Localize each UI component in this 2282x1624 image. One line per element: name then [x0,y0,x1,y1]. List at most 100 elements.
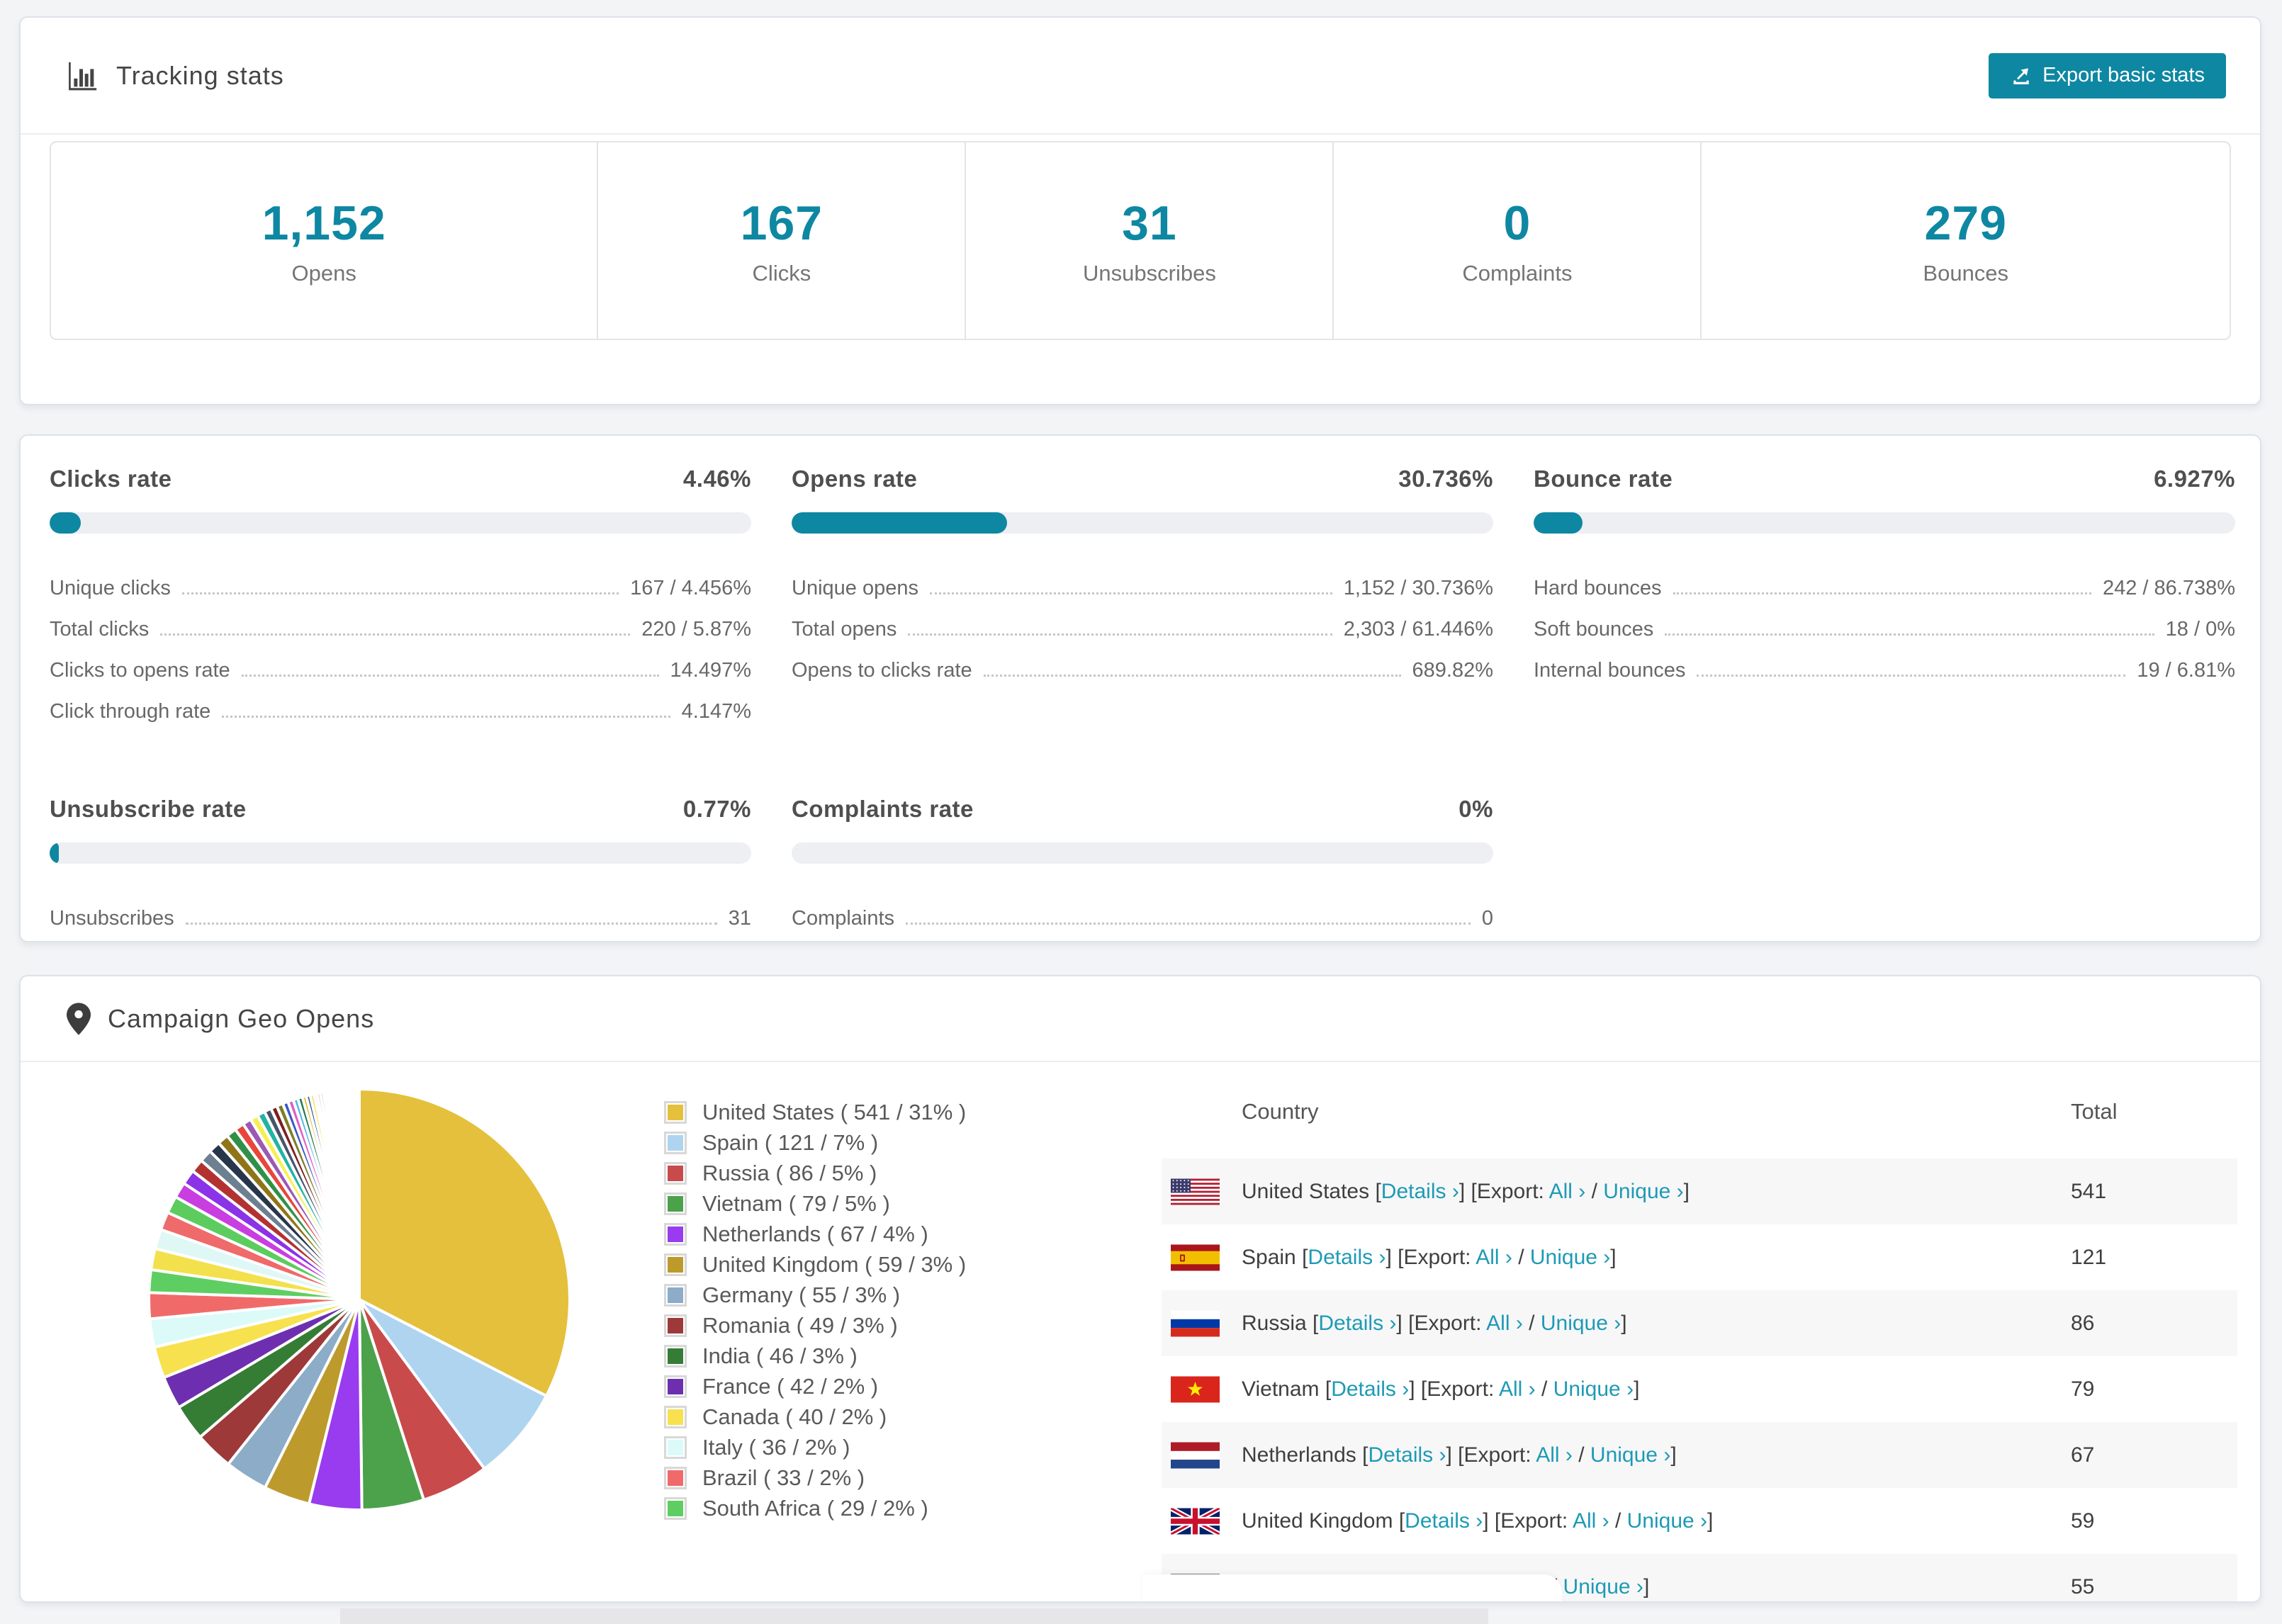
rate-title: Unsubscribe rate [50,796,247,822]
legend-label: Spain ( 121 / 7% ) [702,1129,879,1155]
column-header-total: Total [2071,1098,2118,1124]
details-link[interactable]: Details › [1368,1443,1446,1467]
export-unique-link[interactable]: Unique › [1553,1377,1634,1401]
country-name: Netherlands [1242,1443,1356,1467]
rate-detail-row: Unique clicks 167 / 4.456% [50,559,751,600]
legend-swatch [664,1466,687,1489]
legend-item-romania: Romania ( 49 / 3% ) [664,1310,966,1341]
export-unique-link[interactable]: Unique › [1627,1509,1707,1533]
legend-item-vietnam: Vietnam ( 79 / 5% ) [664,1188,966,1219]
dotted-leader [908,633,1332,636]
slash: / [1512,1245,1530,1269]
export-all-link[interactable]: All › [1476,1246,1512,1269]
flag-ru-icon [1171,1310,1220,1336]
legend-swatch [664,1436,687,1459]
rate-progress-bar [50,512,751,534]
export-unique-link[interactable]: Unique › [1541,1312,1621,1335]
legend-swatch [664,1192,687,1215]
bracket: ] [1683,1179,1690,1203]
rate-title: Opens rate [792,466,918,492]
export-all-link[interactable]: All › [1486,1312,1523,1335]
rate-section-unsubscribe-rate: Unsubscribe rate 0.77% Unsubscribes 31 [50,796,751,930]
geo-table-row-russia: Russia [Details ›] [Export: All › / Uniq… [1162,1290,2237,1356]
dotted-leader [1665,633,2154,636]
bracket: ] [1670,1443,1677,1467]
legend-label: Romania ( 49 / 3% ) [702,1312,898,1338]
detail-label: Total clicks [50,618,150,641]
bracket: ] [1621,1311,1627,1335]
details-link[interactable]: Details › [1405,1509,1483,1533]
export-unique-link[interactable]: Unique › [1530,1246,1610,1269]
export-unique-link[interactable]: Unique › [1563,1575,1643,1598]
detail-label: Soft bounces [1534,618,1654,641]
detail-label: Internal bounces [1534,659,1686,682]
total-cell: 59 [2071,1509,2095,1533]
flag-us-icon [1171,1178,1220,1205]
detail-value: 689.82% [1412,659,1494,682]
legend-item-france: France ( 42 / 2% ) [664,1371,966,1402]
export-all-link[interactable]: All › [1499,1377,1536,1401]
geo-table-header: Country Total [1162,1064,2237,1158]
summary-stat-complaints: 0 Complaints [1332,142,1700,339]
legend-label: India ( 46 / 3% ) [702,1343,858,1368]
detail-value: 18 / 0% [2165,618,2235,641]
dotted-leader [222,716,670,718]
bracket: ] [1634,1377,1640,1401]
slash: / [1572,1443,1590,1467]
legend-swatch [664,1131,687,1154]
legend-swatch [664,1222,687,1246]
detail-value: 242 / 86.738% [2102,577,2235,600]
legend-label: Germany ( 55 / 3% ) [702,1282,901,1307]
legend-item-united-kingdom: United Kingdom ( 59 / 3% ) [664,1249,966,1280]
details-link[interactable]: Details › [1318,1312,1396,1335]
rate-detail-row: Unique opens 1,152 / 30.736% [792,559,1493,600]
details-link[interactable]: Details › [1331,1377,1409,1401]
summary-stat-clicks: 167 Clicks [597,142,965,339]
pie-legend: United States ( 541 / 31% ) Spain ( 121 /… [664,1097,966,1523]
country-name: United States [1242,1179,1370,1203]
rate-section-clicks-rate: Clicks rate 4.46% Unique clicks 167 / 4.456… [50,466,751,723]
rate-progress-fill [50,842,59,864]
dotted-leader [929,592,1332,594]
rate-detail-row: Total clicks 220 / 5.87% [50,600,751,641]
legend-swatch [664,1253,687,1276]
detail-value: 0 [1481,907,1493,930]
details-link[interactable]: Details › [1308,1246,1386,1269]
legend-swatch [664,1496,687,1520]
geo-table-row-spain: Spain [Details ›] [Export: All › / Uniqu… [1162,1224,2237,1290]
export-unique-link[interactable]: Unique › [1603,1180,1683,1203]
detail-label: Unique opens [792,577,918,600]
export-basic-stats-label: Export basic stats [2042,64,2205,86]
legend-item-south-africa: South Africa ( 29 / 2% ) [664,1493,966,1523]
export-all-link[interactable]: All › [1536,1443,1573,1467]
country-name: United Kingdom [1242,1509,1393,1533]
country-name: Spain [1242,1245,1296,1269]
export-basic-stats-button[interactable]: Export basic stats [1989,52,2226,98]
geo-table-row-united-states: United States [Details ›] [Export: All ›… [1162,1158,2237,1224]
flag-es-icon [1171,1244,1220,1270]
detail-label: Unsubscribes [50,907,174,930]
dotted-leader [1673,592,2091,594]
table-bottom-overlay [1142,1574,1562,1601]
campaign-geo-opens-card: Campaign Geo Opens United States ( 541 /… [19,975,2261,1603]
summary-stats-box: 1,152 Opens 167 Clicks 31 Unsubscribes 0 Compla… [50,141,2231,340]
rate-value: 0.77% [682,796,751,822]
export-all-link[interactable]: All › [1549,1180,1586,1203]
legend-label: Brazil ( 33 / 2% ) [702,1465,865,1490]
details-link[interactable]: Details › [1381,1180,1459,1203]
export-unique-link[interactable]: Unique › [1590,1443,1670,1467]
country-name: Russia [1242,1311,1307,1335]
dotted-leader [906,923,1471,925]
detail-value: 220 / 5.87% [641,618,751,641]
country-cell: United States [Details ›] [Export: All ›… [1242,1180,2071,1204]
detail-value: 1,152 / 30.736% [1343,577,1493,600]
geo-header: Campaign Geo Opens [21,976,2260,1062]
rate-detail-row: Click through rate 4.147% [50,682,751,723]
export-all-link[interactable]: All › [1573,1509,1609,1533]
slash: / [1609,1509,1627,1533]
bracket: ] [1707,1509,1714,1533]
export-prefix: Export: [1500,1509,1568,1533]
detail-label: Click through rate [50,700,211,723]
total-cell: 86 [2071,1311,2095,1335]
legend-swatch [664,1100,687,1124]
